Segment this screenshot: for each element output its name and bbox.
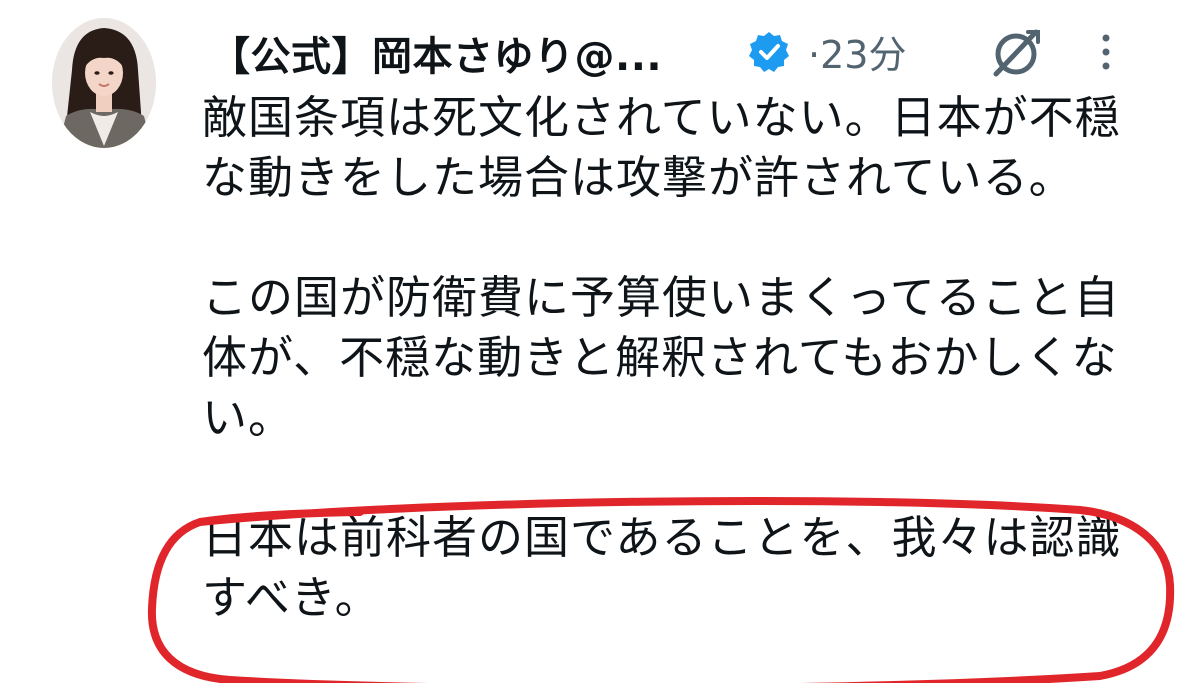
time-ago: 23分	[820, 33, 907, 77]
tweet-paragraph: この国が防衛費に予算使いまくってること自 体が、不穏な動きと解釈されてもおかしく…	[202, 271, 1120, 444]
profile-photo	[52, 18, 156, 148]
tweet-paragraph: 敵国条項は死文化されていない。日本が不穏 な動きをした場合は攻撃が許されている。	[202, 91, 1121, 204]
grok-icon[interactable]	[988, 24, 1044, 80]
avatar[interactable]	[52, 18, 156, 148]
author-name[interactable]: 【公式】岡本さゆり@...	[210, 24, 662, 82]
tweet-timestamp[interactable]: ·23分	[808, 24, 906, 79]
more-options-icon[interactable]	[1094, 30, 1118, 74]
tweet-header: 【公式】岡本さゆり@... ·23分	[210, 18, 1150, 86]
tweet-paragraph: 日本は前科者の国であることを、我々は認識 すべき。	[202, 511, 1122, 624]
verified-badge-icon	[749, 32, 789, 72]
separator-dot: ·	[808, 33, 821, 77]
tweet-text: 敵国条項は死文化されていない。日本が不穏 な動きをした場合は攻撃が許されている。…	[202, 88, 1152, 628]
